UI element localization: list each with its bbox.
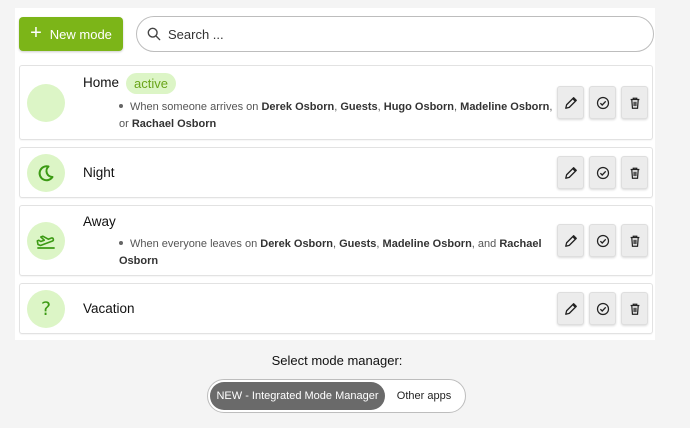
delete-button[interactable] [621, 292, 648, 325]
mode-icon-away [27, 222, 65, 260]
integrated-mode-manager-option[interactable]: NEW - Integrated Mode Manager [210, 382, 385, 410]
check-circle-icon [596, 166, 609, 179]
mode-card-vacation: ? Vacation [19, 283, 653, 334]
check-circle-icon [596, 302, 609, 315]
mode-card-home: Home active When someone arrives on Dere… [19, 65, 653, 140]
mode-card-away: Away When everyone leaves on Derek Osbor… [19, 205, 653, 276]
edit-button[interactable] [557, 224, 584, 257]
mode-description: When everyone leaves on Derek Osborn, Gu… [119, 238, 542, 267]
mode-icon-night [27, 154, 65, 192]
bullet [119, 241, 123, 246]
plus-icon: + [30, 22, 42, 44]
mode-description: When someone arrives on Derek Osborn, Gu… [119, 101, 553, 130]
search-icon [147, 27, 161, 41]
mode-manager-label: Select mode manager: [271, 353, 403, 368]
bullet [119, 104, 123, 109]
mode-icon-blank [27, 84, 65, 122]
mode-actions [557, 292, 648, 325]
moon-icon [38, 165, 54, 182]
pencil-icon [564, 96, 577, 109]
new-mode-label: New mode [49, 26, 112, 42]
delete-button[interactable] [621, 224, 648, 257]
pencil-icon [564, 302, 577, 315]
pencil-icon [564, 234, 577, 247]
trash-icon [630, 303, 639, 315]
search-box[interactable] [136, 16, 654, 52]
check-circle-icon [596, 96, 609, 109]
pencil-icon [564, 166, 577, 179]
delete-button[interactable] [621, 86, 648, 119]
trash-icon [630, 167, 639, 179]
search-input[interactable] [168, 26, 628, 42]
delete-button[interactable] [621, 156, 648, 189]
new-mode-button[interactable]: + New mode [19, 17, 123, 51]
plane-departure-icon [36, 235, 55, 249]
mode-name: Home [83, 75, 120, 90]
check-circle-icon [596, 234, 609, 247]
question-icon: ? [40, 297, 52, 320]
edit-button[interactable] [557, 156, 584, 189]
edit-button[interactable] [557, 86, 584, 119]
activate-button[interactable] [589, 292, 616, 325]
status-badge: active [126, 73, 176, 94]
mode-actions [557, 224, 648, 257]
mode-name: Away [83, 214, 116, 229]
mode-icon-vacation: ? [27, 290, 65, 328]
edit-button[interactable] [557, 292, 584, 325]
mode-manager-toggle: NEW - Integrated Mode Manager Other apps [207, 379, 466, 413]
trash-icon [630, 235, 639, 247]
mode-actions [557, 86, 648, 119]
trash-icon [630, 97, 639, 109]
other-apps-option[interactable]: Other apps [385, 382, 463, 410]
mode-card-night: Night [19, 147, 653, 198]
mode-name: Night [83, 165, 115, 180]
activate-button[interactable] [589, 156, 616, 189]
mode-actions [557, 156, 648, 189]
mode-name: Vacation [83, 301, 135, 316]
activate-button[interactable] [589, 224, 616, 257]
activate-button[interactable] [589, 86, 616, 119]
